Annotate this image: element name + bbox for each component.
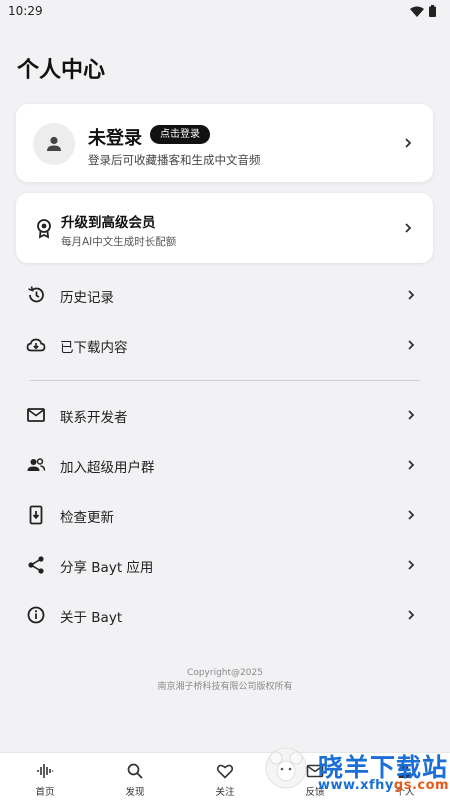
history-icon xyxy=(28,286,44,303)
page-title: 个人中心 xyxy=(17,58,106,83)
menu-label: 已下载内容 xyxy=(60,340,128,356)
menu-label: 联系开发者 xyxy=(60,410,128,426)
mail-icon xyxy=(27,408,45,422)
site-watermark: 晓羊下载站 www.xfhygs.com xyxy=(262,742,450,800)
search-icon xyxy=(127,763,143,779)
heart-icon xyxy=(216,764,234,779)
chevron-right-icon xyxy=(408,610,415,620)
award-badge-icon xyxy=(37,219,51,239)
group-icon xyxy=(27,458,46,471)
chevron-right-icon xyxy=(408,340,415,350)
watermark-url: www.xfhygs.com xyxy=(318,778,450,793)
battery-icon xyxy=(429,5,436,17)
menu-item-check-update[interactable]: 检查更新 xyxy=(16,490,433,540)
vip-title: 升级到高级会员 xyxy=(61,215,156,231)
menu-label: 分享 Bayt 应用 xyxy=(60,560,154,576)
menu-item-history[interactable]: 历史记录 xyxy=(16,270,433,320)
wifi-icon xyxy=(410,6,424,17)
phone-update-icon xyxy=(29,505,43,525)
chevron-right-icon xyxy=(405,223,412,233)
section-divider xyxy=(30,380,420,381)
share-icon xyxy=(28,556,44,574)
login-card[interactable]: 未登录 点击登录 登录后可收藏播客和生成中文音频 xyxy=(16,104,433,182)
nav-home[interactable]: 首页 xyxy=(0,753,90,800)
waveform-icon xyxy=(37,764,54,778)
menu-label: 关于 Bayt xyxy=(60,610,123,626)
chevron-right-icon xyxy=(408,460,415,470)
person-icon xyxy=(47,136,61,151)
chevron-right-icon xyxy=(408,410,415,420)
copyright-text: Copyright@2025 xyxy=(187,668,263,678)
cloud-download-icon xyxy=(26,338,46,352)
chevron-right-icon xyxy=(408,560,415,570)
avatar xyxy=(33,123,75,165)
copyright-block: Copyright@2025 南京湘子桥科技有限公司版权所有 xyxy=(0,666,450,694)
chevron-right-icon xyxy=(408,290,415,300)
menu-label: 检查更新 xyxy=(60,510,114,526)
vip-description: 每月AI中文生成时长配额 xyxy=(61,236,177,248)
chevron-right-icon xyxy=(408,510,415,520)
menu-label: 历史记录 xyxy=(60,290,114,306)
login-status: 未登录 xyxy=(88,128,142,149)
nav-discover[interactable]: 发现 xyxy=(90,753,180,800)
info-icon xyxy=(27,606,45,624)
menu-item-about[interactable]: 关于 Bayt xyxy=(16,590,433,640)
company-text: 南京湘子桥科技有限公司版权所有 xyxy=(157,682,293,692)
status-bar: 10:29 xyxy=(0,0,450,22)
vip-upgrade-card[interactable]: 升级到高级会员 每月AI中文生成时长配额 xyxy=(16,193,433,263)
chevron-right-icon xyxy=(405,138,412,148)
login-description: 登录后可收藏播客和生成中文音频 xyxy=(88,153,261,167)
nav-label: 发现 xyxy=(125,787,145,798)
menu-item-contact-developer[interactable]: 联系开发者 xyxy=(16,390,433,440)
login-button[interactable]: 点击登录 xyxy=(150,125,210,144)
sheep-logo-icon xyxy=(265,747,307,789)
menu-item-downloads[interactable]: 已下载内容 xyxy=(16,320,433,370)
status-time: 10:29 xyxy=(8,4,43,18)
menu-item-join-group[interactable]: 加入超级用户群 xyxy=(16,440,433,490)
menu-label: 加入超级用户群 xyxy=(60,460,155,476)
menu-item-share[interactable]: 分享 Bayt 应用 xyxy=(16,540,433,590)
nav-follow[interactable]: 关注 xyxy=(180,753,270,800)
nav-label: 首页 xyxy=(35,787,55,798)
nav-label: 关注 xyxy=(215,787,235,798)
